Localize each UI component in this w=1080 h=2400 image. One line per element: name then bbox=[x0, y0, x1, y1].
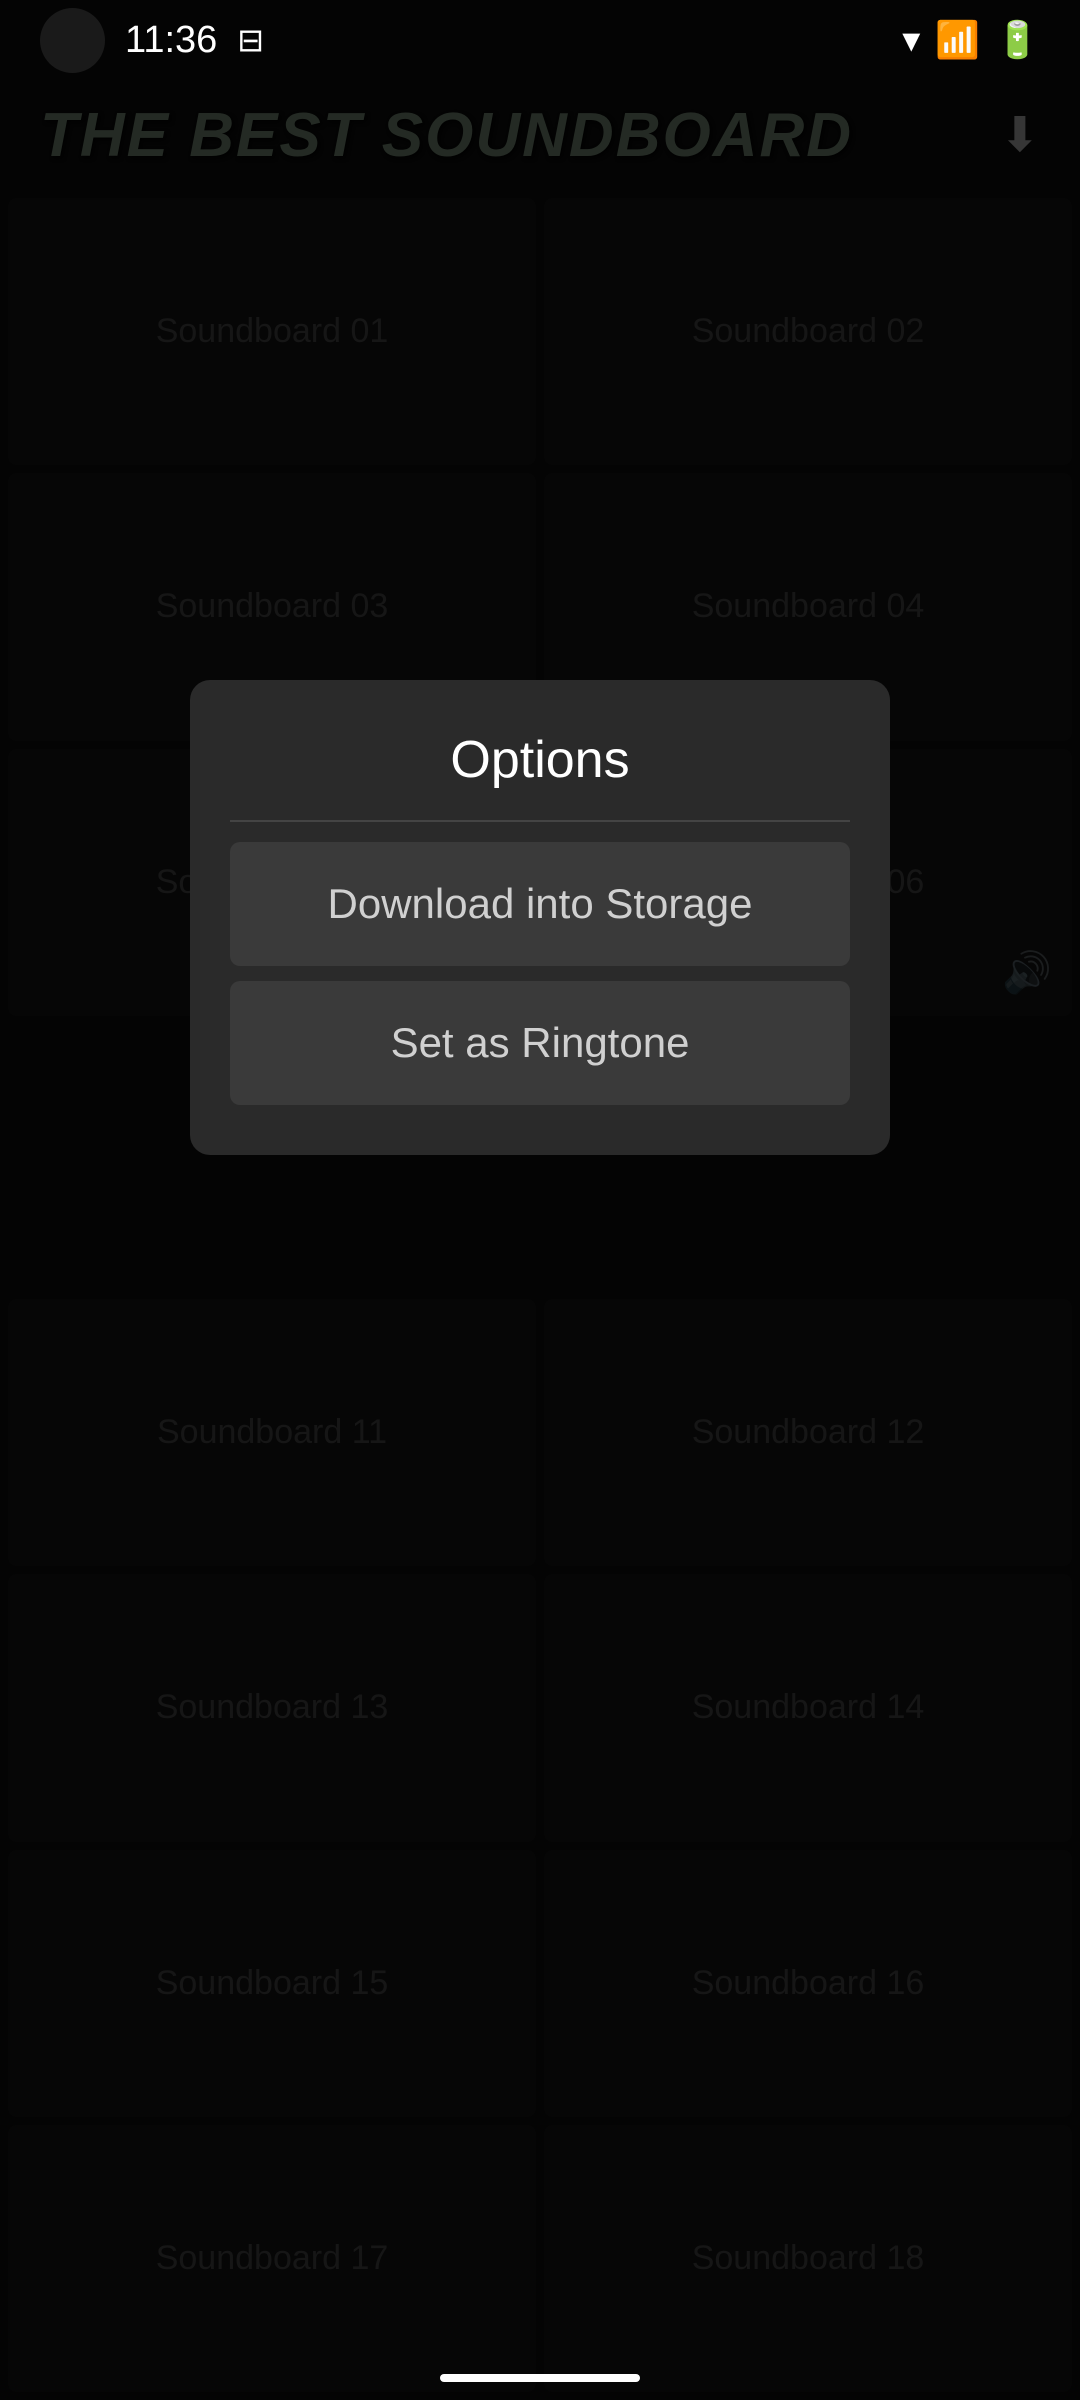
options-modal: Options Download into Storage Set as Rin… bbox=[190, 680, 890, 1155]
status-time: 11:36 bbox=[125, 19, 217, 62]
signal-icon: 📶 bbox=[935, 19, 980, 61]
modal-dim-overlay[interactable] bbox=[0, 0, 1080, 2400]
download-storage-button[interactable]: Download into Storage bbox=[230, 842, 850, 966]
home-indicator bbox=[440, 2374, 640, 2382]
options-divider bbox=[230, 820, 850, 822]
battery-icon: 🔋 bbox=[995, 19, 1040, 61]
options-title: Options bbox=[230, 730, 850, 790]
set-ringtone-button[interactable]: Set as Ringtone bbox=[230, 981, 850, 1105]
status-bar-left: 11:36 ⊟ bbox=[40, 8, 264, 73]
notification-icon: ⊟ bbox=[237, 21, 264, 59]
status-circle bbox=[40, 8, 105, 73]
wifi-icon: ▾ bbox=[902, 19, 920, 61]
status-bar: 11:36 ⊟ ▾ 📶 🔋 bbox=[0, 0, 1080, 80]
status-bar-right: ▾ 📶 🔋 bbox=[902, 19, 1040, 61]
